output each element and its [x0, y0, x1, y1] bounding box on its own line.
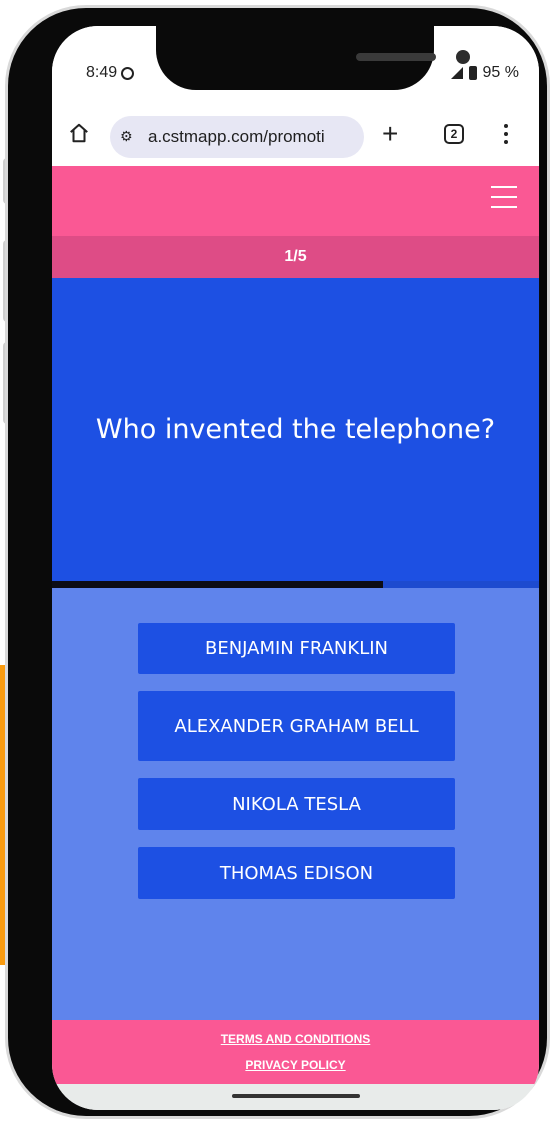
camera-notch: [156, 26, 470, 90]
status-time: 8:49: [86, 64, 135, 82]
footer: TERMS AND CONDITIONS PRIVACY POLICY: [52, 1020, 539, 1084]
speaker-grille: [356, 53, 436, 61]
question-panel: Who invented the telephone?: [52, 278, 539, 581]
phone-frame: 8:49 95 % ⚙ a.cstmapp.com/promoti + 2 1/…: [8, 8, 547, 1116]
timer-bar-fill: [52, 581, 384, 588]
question-text: Who invented the telephone?: [95, 414, 496, 445]
terms-link[interactable]: TERMS AND CONDITIONS: [52, 1032, 539, 1046]
more-options-icon[interactable]: [504, 124, 508, 144]
status-time-text: 8:49: [86, 64, 118, 81]
new-tab-icon[interactable]: +: [382, 120, 398, 148]
answers-panel: BENJAMIN FRANKLIN ALEXANDER GRAHAM BELL …: [52, 588, 539, 1020]
timer-bar: [52, 581, 539, 588]
browser-toolbar: ⚙ a.cstmapp.com/promoti + 2: [52, 108, 539, 166]
phone-screen: 8:49 95 % ⚙ a.cstmapp.com/promoti + 2 1/…: [52, 26, 539, 1110]
front-camera: [456, 50, 470, 64]
answer-button[interactable]: ALEXANDER GRAHAM BELL: [138, 691, 455, 761]
url-text: a.cstmapp.com/promoti: [148, 127, 325, 146]
status-indicators: 95 %: [450, 64, 519, 82]
gesture-handle[interactable]: [232, 1094, 360, 1098]
home-icon[interactable]: [68, 122, 90, 144]
answer-button[interactable]: THOMAS EDISON: [138, 847, 455, 899]
signal-icon: [450, 67, 463, 79]
question-progress: 1/5: [52, 236, 539, 278]
battery-icon: [468, 66, 477, 80]
battery-level: 95 %: [482, 64, 519, 81]
hamburger-menu-icon[interactable]: [491, 186, 517, 208]
system-nav-bar: [52, 1084, 539, 1110]
answer-button[interactable]: BENJAMIN FRANKLIN: [138, 623, 455, 674]
address-bar[interactable]: ⚙ a.cstmapp.com/promoti: [110, 116, 364, 158]
status-bar: 8:49 95 %: [52, 26, 539, 108]
tab-switcher-button[interactable]: 2: [444, 124, 464, 144]
app-header: [52, 166, 539, 236]
privacy-link[interactable]: PRIVACY POLICY: [52, 1058, 539, 1072]
answer-button[interactable]: NIKOLA TESLA: [138, 778, 455, 830]
site-info-icon[interactable]: ⚙: [120, 129, 142, 145]
whatsapp-notification-icon: [121, 66, 135, 80]
